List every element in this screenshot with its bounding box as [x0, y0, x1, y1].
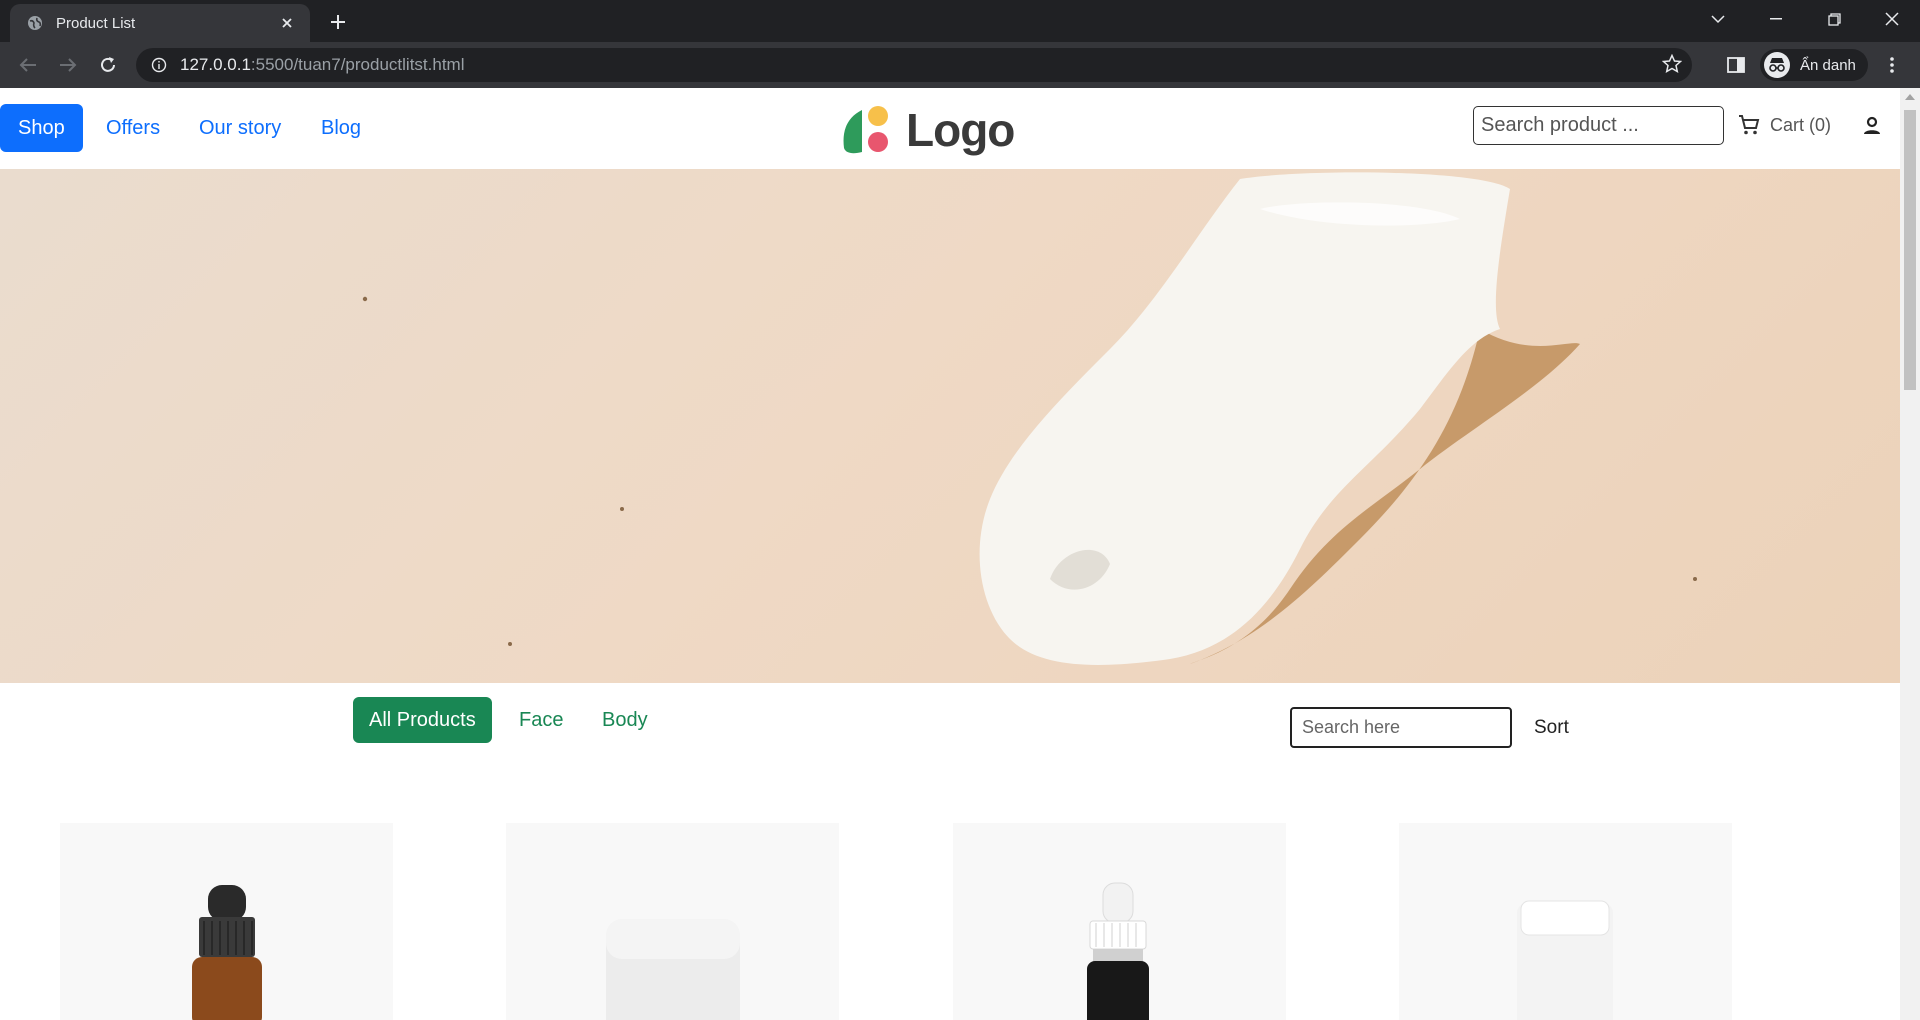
browser-toolbar: 127.0.0.1:5500/tuan7/productlitst.html Ẩ…	[0, 42, 1920, 88]
product-card[interactable]	[1399, 823, 1732, 1020]
nav-offers[interactable]: Offers	[88, 104, 178, 152]
black-dropper-bottle-image	[1087, 882, 1149, 1020]
scroll-up-icon[interactable]	[1905, 94, 1915, 100]
nav-shop[interactable]: Shop	[0, 104, 83, 152]
filter-all-products[interactable]: All Products	[353, 697, 492, 743]
browser-tab[interactable]: Product List	[10, 4, 310, 42]
cart-link[interactable]: Cart (0)	[1738, 114, 1831, 136]
window-close-button[interactable]	[1872, 0, 1912, 38]
address-bar[interactable]: 127.0.0.1:5500/tuan7/productlitst.html	[136, 48, 1692, 82]
plus-icon	[331, 15, 345, 29]
scrollbar-thumb[interactable]	[1904, 110, 1916, 390]
cart-label: Cart (0)	[1770, 114, 1832, 135]
sidebar-icon[interactable]	[1724, 53, 1748, 77]
page-viewport: Shop Offers Our story Blog Logo Cart (0)	[0, 88, 1900, 1020]
minimize-icon	[1770, 18, 1782, 20]
site-logo[interactable]: Logo	[840, 102, 1020, 158]
logo-mark-icon	[843, 106, 888, 154]
incognito-icon	[1764, 52, 1790, 78]
site-header: Shop Offers Our story Blog Logo Cart (0)	[0, 88, 1900, 169]
logo-text: Logo	[906, 104, 1015, 156]
url-host: 127.0.0.1	[180, 55, 251, 74]
hero-banner-image	[0, 169, 1900, 683]
reload-icon	[101, 57, 115, 72]
back-icon	[19, 58, 36, 72]
sort-button[interactable]: Sort	[1524, 708, 1579, 748]
forward-button[interactable]	[52, 49, 84, 81]
reload-button[interactable]	[92, 49, 124, 81]
user-icon[interactable]	[1862, 116, 1882, 141]
cart-icon	[1739, 115, 1760, 135]
list-search-input[interactable]	[1290, 707, 1512, 748]
chevron-down-icon	[1711, 15, 1725, 24]
product-search-input[interactable]	[1473, 106, 1724, 145]
restore-icon	[1827, 12, 1841, 26]
tab-title: Product List	[56, 14, 136, 32]
profile-button[interactable]: Ẩn danh	[1760, 49, 1868, 81]
nav-blog[interactable]: Blog	[303, 104, 379, 152]
minimize-button[interactable]	[1756, 0, 1796, 38]
back-button[interactable]	[12, 49, 44, 81]
filter-body[interactable]: Body	[586, 697, 664, 743]
white-tube-image	[1517, 900, 1613, 1020]
nav-our-story[interactable]: Our story	[181, 104, 299, 152]
info-icon[interactable]	[150, 56, 168, 74]
product-card[interactable]	[953, 823, 1286, 1020]
globe-icon	[26, 14, 44, 32]
restore-button[interactable]	[1814, 0, 1854, 38]
tab-search-button[interactable]	[1698, 0, 1738, 38]
window-close-icon	[1885, 12, 1899, 26]
product-card[interactable]	[60, 823, 393, 1020]
white-jar-image	[606, 919, 740, 1020]
profile-label: Ẩn danh	[1800, 56, 1856, 74]
amber-dropper-bottle-image	[192, 885, 262, 1020]
url-path: :5500/tuan7/productlitst.html	[250, 55, 465, 74]
kebab-menu-icon[interactable]	[1880, 53, 1904, 77]
star-icon[interactable]	[1661, 53, 1683, 79]
close-icon[interactable]	[276, 12, 298, 34]
forward-icon	[60, 58, 77, 72]
product-card[interactable]	[506, 823, 839, 1020]
new-tab-button[interactable]	[324, 8, 352, 36]
cream-swatch-image	[362, 172, 1697, 665]
filter-face[interactable]: Face	[503, 697, 579, 743]
page-scrollbar[interactable]	[1900, 88, 1920, 1020]
browser-tab-strip: Product List	[0, 0, 1920, 42]
